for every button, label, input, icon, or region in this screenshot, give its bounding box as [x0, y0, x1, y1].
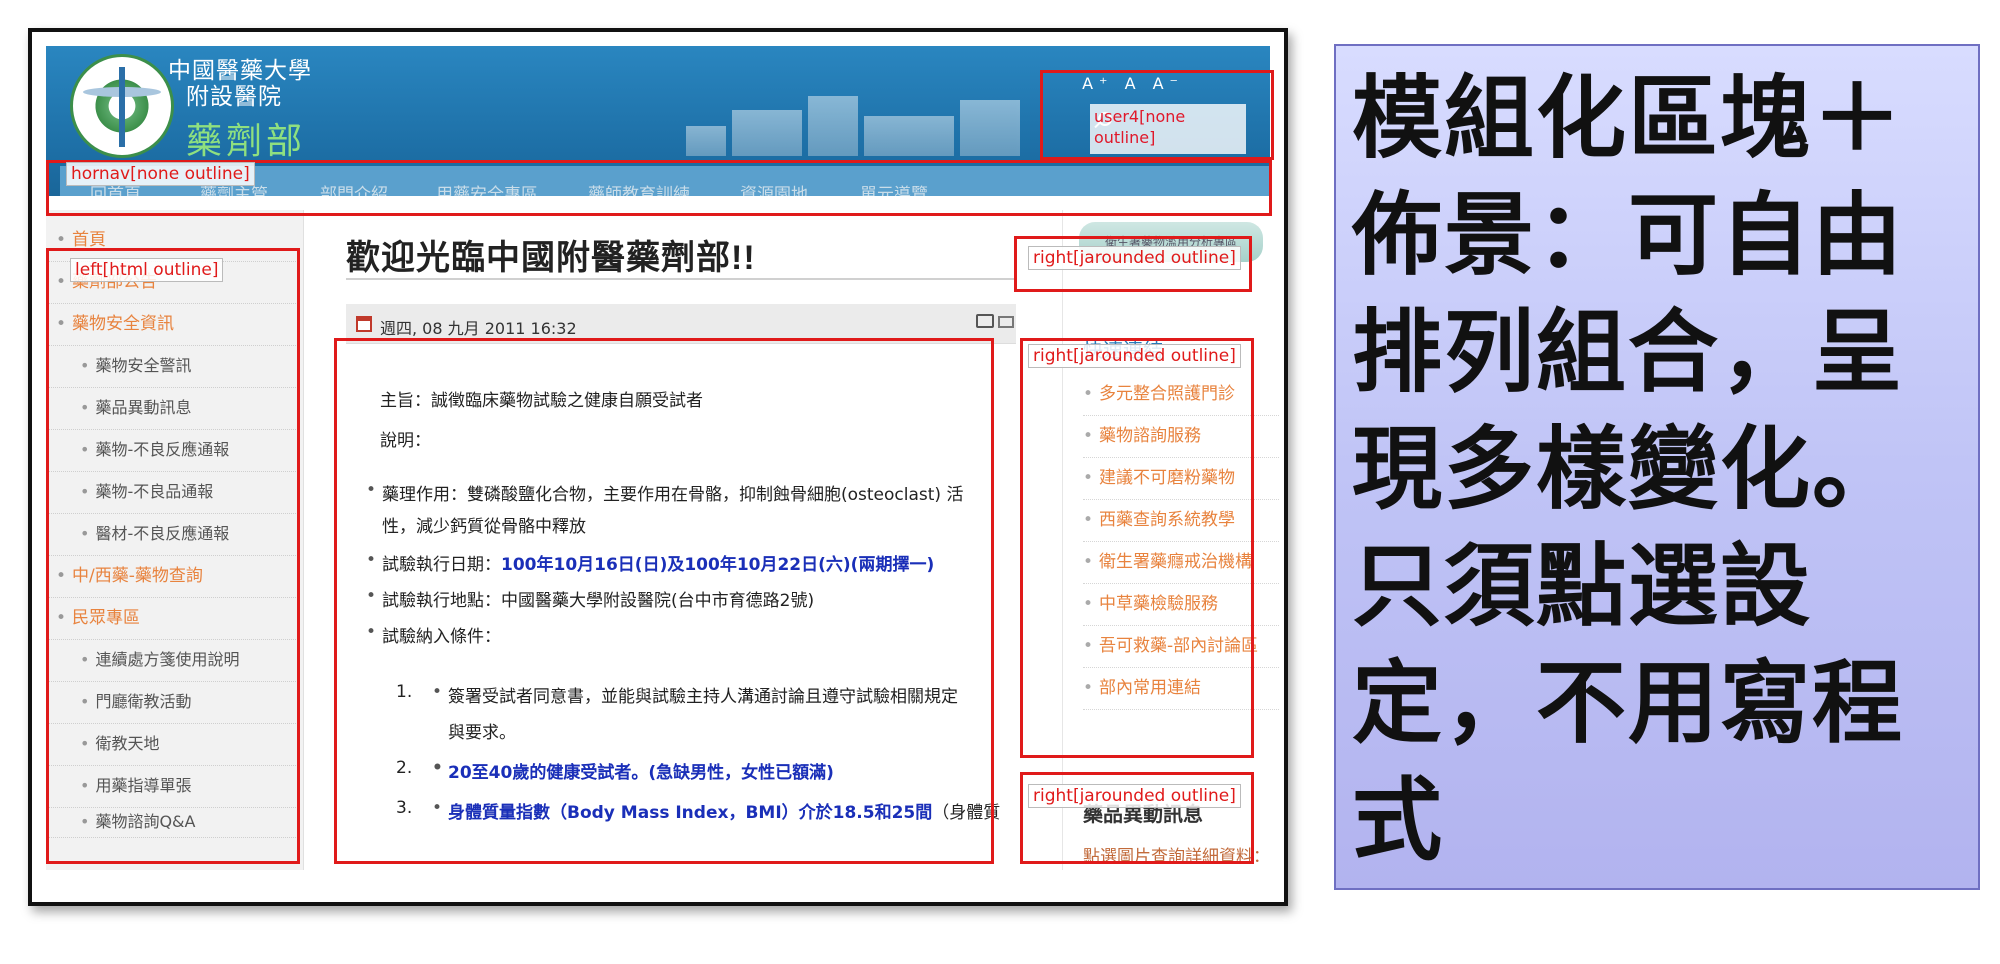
department-name: 藥劑部	[186, 121, 307, 162]
building-image	[686, 76, 1046, 156]
printer-icon[interactable]	[976, 314, 994, 328]
hospital-name-line1: 中國醫藥大學	[168, 58, 312, 84]
annotation-box-left	[46, 248, 300, 864]
annotation-label-left: left[html outline]	[70, 258, 224, 282]
calendar-icon	[356, 316, 372, 332]
title-divider	[346, 278, 1014, 280]
annotation-box-right-2	[1020, 338, 1254, 758]
description-text: 模組化區塊＋佈景：可自由排列組合，呈現多樣變化。只須點選設定，不用寫程式	[1352, 66, 1904, 873]
annotation-label-right-3: right[jarounded outline]	[1028, 784, 1241, 808]
email-icon[interactable]	[998, 316, 1014, 328]
annotation-label-right-1: right[jarounded outline]	[1028, 246, 1241, 270]
page-title: 歡迎光臨中國附醫藥劑部!!	[346, 239, 756, 277]
annotation-label-right-2: right[jarounded outline]	[1028, 344, 1241, 368]
hospital-name: 中國醫藥大學 附設醫院	[168, 58, 312, 110]
annotation-box-user4	[1040, 70, 1274, 160]
article-date: 週四, 08 九月 2011 16:32	[380, 319, 577, 338]
hospital-logo[interactable]	[70, 54, 174, 158]
annotation-box-main	[334, 338, 994, 864]
website-screenshot: 中國醫藥大學 附設醫院 藥劑部 A⁺ A A⁻ user4[none outli…	[28, 28, 1288, 906]
hospital-name-line2: 附設醫院	[186, 84, 282, 110]
description-panel: 模組化區塊＋佈景：可自由排列組合，呈現多樣變化。只須點選設定，不用寫程式	[1334, 44, 1980, 890]
annotation-label-hornav: hornav[none outline]	[66, 162, 255, 186]
